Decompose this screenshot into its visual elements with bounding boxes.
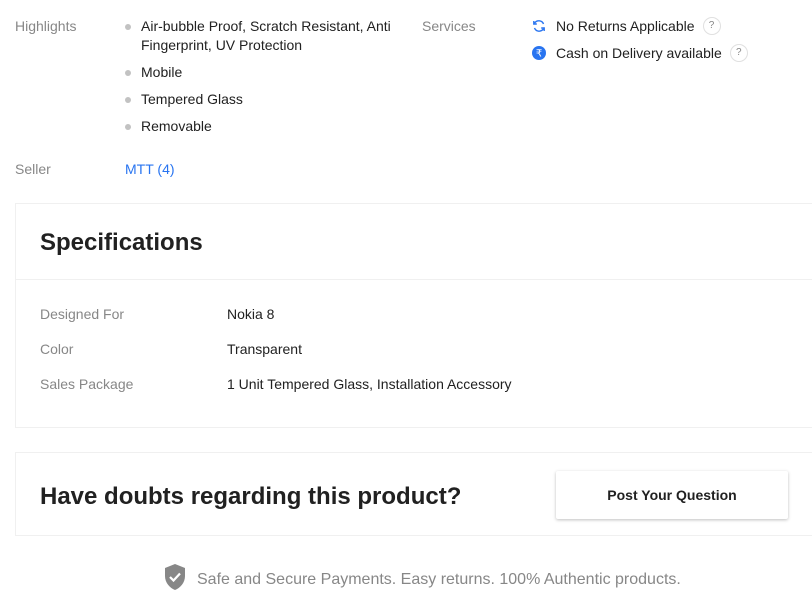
seller-link[interactable]: MTT (4) — [125, 161, 175, 177]
highlight-item: Tempered Glass — [125, 90, 395, 109]
specifications-card: Specifications Designed For Nokia 8 Colo… — [15, 203, 812, 428]
spec-value: Transparent — [227, 341, 302, 357]
highlight-item: Removable — [125, 117, 395, 136]
divider — [16, 279, 812, 280]
secure-text: Safe and Secure Payments. Easy returns. … — [197, 570, 681, 588]
bullet-icon — [125, 24, 131, 30]
spec-key: Designed For — [40, 306, 125, 322]
specifications-title: Specifications — [40, 229, 203, 256]
spec-key: Color — [40, 341, 74, 357]
questions-card: Have doubts regarding this product? Post… — [15, 452, 812, 536]
service-cod: ₹ Cash on Delivery available ? — [532, 44, 748, 62]
spec-value: Nokia 8 — [227, 306, 275, 322]
highlights-list: Air-bubble Proof, Scratch Resistant, Ant… — [125, 17, 395, 144]
shield-check-icon — [163, 563, 197, 596]
bullet-icon — [125, 97, 131, 103]
seller-label: Seller — [15, 161, 51, 177]
help-icon[interactable]: ? — [729, 44, 748, 62]
post-question-button[interactable]: Post Your Question — [556, 471, 788, 519]
refresh-icon — [532, 19, 546, 33]
rupee-icon: ₹ — [532, 46, 546, 60]
spec-key: Sales Package — [40, 376, 134, 392]
bullet-icon — [125, 124, 131, 130]
service-text: Cash on Delivery available — [556, 45, 722, 61]
bullet-icon — [125, 70, 131, 76]
highlights-label: Highlights — [15, 18, 77, 34]
spec-value: 1 Unit Tempered Glass, Installation Acce… — [227, 376, 512, 392]
questions-title: Have doubts regarding this product? — [40, 483, 462, 510]
service-text: No Returns Applicable — [556, 18, 695, 34]
highlight-item: Mobile — [125, 63, 395, 82]
highlight-item: Air-bubble Proof, Scratch Resistant, Ant… — [125, 17, 395, 55]
svg-text:₹: ₹ — [536, 49, 542, 60]
secure-payments-banner: Safe and Secure Payments. Easy returns. … — [163, 563, 681, 596]
help-icon[interactable]: ? — [702, 17, 721, 35]
service-no-returns: No Returns Applicable ? — [532, 17, 721, 35]
services-label: Services — [422, 18, 476, 34]
